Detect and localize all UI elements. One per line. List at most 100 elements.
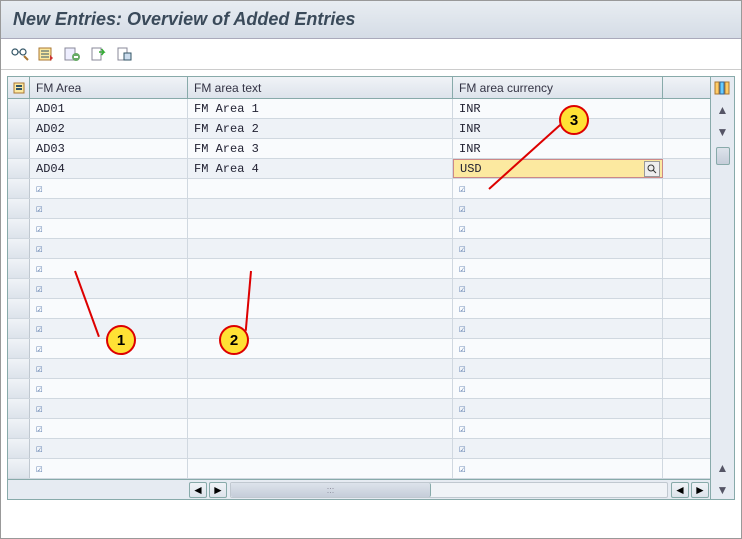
cell-empty[interactable]: ☑ bbox=[453, 459, 663, 478]
scroll-down-bottom-icon[interactable]: ▼ bbox=[713, 481, 733, 499]
cell-fm-area-currency[interactable]: INR bbox=[453, 99, 663, 118]
table-row-empty[interactable]: ☑☑ bbox=[8, 179, 710, 199]
row-selector[interactable] bbox=[8, 339, 30, 358]
column-header-fm-area[interactable]: FM Area bbox=[30, 77, 188, 98]
cell-empty[interactable] bbox=[188, 439, 453, 458]
cell-fm-area-text[interactable]: FM Area 1 bbox=[188, 99, 453, 118]
row-selector[interactable] bbox=[8, 139, 30, 158]
cell-fm-area-text[interactable]: FM Area 4 bbox=[188, 159, 453, 178]
table-row[interactable]: AD03FM Area 3INR bbox=[8, 139, 710, 159]
row-selector[interactable] bbox=[8, 419, 30, 438]
document-export-icon[interactable] bbox=[87, 43, 109, 65]
cell-empty[interactable] bbox=[188, 299, 453, 318]
cell-fm-area[interactable]: AD01 bbox=[30, 99, 188, 118]
cell-empty[interactable] bbox=[188, 179, 453, 198]
row-selector[interactable] bbox=[8, 179, 30, 198]
cell-fm-area[interactable]: AD03 bbox=[30, 139, 188, 158]
cell-empty[interactable] bbox=[188, 379, 453, 398]
cell-empty[interactable]: ☑ bbox=[453, 199, 663, 218]
delete-minus-icon[interactable] bbox=[61, 43, 83, 65]
cell-empty[interactable]: ☑ bbox=[453, 359, 663, 378]
cell-empty[interactable]: ☑ bbox=[30, 419, 188, 438]
cell-empty[interactable] bbox=[188, 359, 453, 378]
scroll-right-button[interactable]: ► bbox=[209, 482, 227, 498]
row-selector[interactable] bbox=[8, 159, 30, 178]
row-selector[interactable] bbox=[8, 299, 30, 318]
cell-fm-area-text[interactable]: FM Area 3 bbox=[188, 139, 453, 158]
table-row-empty[interactable]: ☑☑ bbox=[8, 239, 710, 259]
row-selector[interactable] bbox=[8, 439, 30, 458]
row-selector[interactable] bbox=[8, 239, 30, 258]
cell-empty[interactable] bbox=[188, 199, 453, 218]
cell-empty[interactable] bbox=[188, 219, 453, 238]
row-selector[interactable] bbox=[8, 319, 30, 338]
search-help-icon[interactable] bbox=[644, 161, 660, 177]
table-row[interactable]: AD02FM Area 2INR bbox=[8, 119, 710, 139]
cell-empty[interactable]: ☑ bbox=[30, 219, 188, 238]
cell-empty[interactable]: ☑ bbox=[453, 419, 663, 438]
configure-columns-icon[interactable] bbox=[713, 79, 733, 97]
row-selector[interactable] bbox=[8, 99, 30, 118]
row-selector[interactable] bbox=[8, 379, 30, 398]
scroll-track[interactable]: ::: bbox=[230, 482, 668, 498]
vertical-scroll-thumb[interactable] bbox=[716, 147, 730, 165]
cell-empty[interactable]: ☑ bbox=[453, 179, 663, 198]
row-selector[interactable] bbox=[8, 219, 30, 238]
cell-fm-area[interactable]: AD04 bbox=[30, 159, 188, 178]
cell-empty[interactable]: ☑ bbox=[30, 179, 188, 198]
cell-empty[interactable]: ☑ bbox=[30, 359, 188, 378]
cell-fm-area-currency[interactable]: INR bbox=[453, 139, 663, 158]
table-row-empty[interactable]: ☑☑ bbox=[8, 399, 710, 419]
scroll-up-icon[interactable]: ▲ bbox=[713, 101, 733, 119]
cell-empty[interactable]: ☑ bbox=[453, 239, 663, 258]
cell-fm-area-currency[interactable]: USD bbox=[453, 159, 663, 178]
table-row-empty[interactable]: ☑☑ bbox=[8, 199, 710, 219]
cell-empty[interactable] bbox=[188, 399, 453, 418]
cell-fm-area-currency[interactable]: INR bbox=[453, 119, 663, 138]
table-row[interactable]: AD04FM Area 4USD bbox=[8, 159, 710, 179]
scroll-down-icon[interactable]: ▼ bbox=[713, 123, 733, 141]
cell-empty[interactable] bbox=[188, 239, 453, 258]
table-row-empty[interactable]: ☑☑ bbox=[8, 379, 710, 399]
cell-empty[interactable]: ☑ bbox=[453, 259, 663, 278]
table-row-empty[interactable]: ☑☑ bbox=[8, 279, 710, 299]
cell-empty[interactable]: ☑ bbox=[30, 439, 188, 458]
list-select-icon[interactable] bbox=[35, 43, 57, 65]
table-row-empty[interactable]: ☑☑ bbox=[8, 259, 710, 279]
cell-empty[interactable]: ☑ bbox=[453, 299, 663, 318]
column-header-fm-area-currency[interactable]: FM area currency bbox=[453, 77, 663, 98]
cell-empty[interactable]: ☑ bbox=[453, 399, 663, 418]
scroll-right-end-button[interactable]: ► bbox=[691, 482, 709, 498]
table-row-empty[interactable]: ☑☑ bbox=[8, 439, 710, 459]
scroll-left-button[interactable]: ◄ bbox=[189, 482, 207, 498]
cell-empty[interactable]: ☑ bbox=[453, 439, 663, 458]
cell-empty[interactable]: ☑ bbox=[30, 459, 188, 478]
cell-empty[interactable]: ☑ bbox=[30, 379, 188, 398]
cell-empty[interactable]: ☑ bbox=[30, 399, 188, 418]
cell-empty[interactable]: ☑ bbox=[30, 199, 188, 218]
cell-empty[interactable] bbox=[188, 459, 453, 478]
scroll-thumb[interactable]: ::: bbox=[231, 483, 431, 497]
select-all-rows-button[interactable] bbox=[8, 77, 30, 98]
document-select-icon[interactable] bbox=[113, 43, 135, 65]
row-selector[interactable] bbox=[8, 399, 30, 418]
row-selector[interactable] bbox=[8, 279, 30, 298]
cell-empty[interactable]: ☑ bbox=[30, 279, 188, 298]
glasses-wrench-icon[interactable] bbox=[9, 43, 31, 65]
cell-empty[interactable]: ☑ bbox=[30, 299, 188, 318]
table-row-empty[interactable]: ☑☑ bbox=[8, 419, 710, 439]
row-selector[interactable] bbox=[8, 459, 30, 478]
cell-empty[interactable] bbox=[188, 259, 453, 278]
row-selector[interactable] bbox=[8, 119, 30, 138]
table-row-empty[interactable]: ☑☑ bbox=[8, 459, 710, 479]
table-row-empty[interactable]: ☑☑ bbox=[8, 359, 710, 379]
column-header-fm-area-text[interactable]: FM area text bbox=[188, 77, 453, 98]
cell-empty[interactable]: ☑ bbox=[453, 319, 663, 338]
table-row-empty[interactable]: ☑☑ bbox=[8, 299, 710, 319]
cell-empty[interactable]: ☑ bbox=[453, 279, 663, 298]
cell-empty[interactable]: ☑ bbox=[30, 259, 188, 278]
scroll-up-bottom-icon[interactable]: ▲ bbox=[713, 459, 733, 477]
cell-empty[interactable]: ☑ bbox=[453, 339, 663, 358]
cell-fm-area-text[interactable]: FM Area 2 bbox=[188, 119, 453, 138]
row-selector[interactable] bbox=[8, 199, 30, 218]
